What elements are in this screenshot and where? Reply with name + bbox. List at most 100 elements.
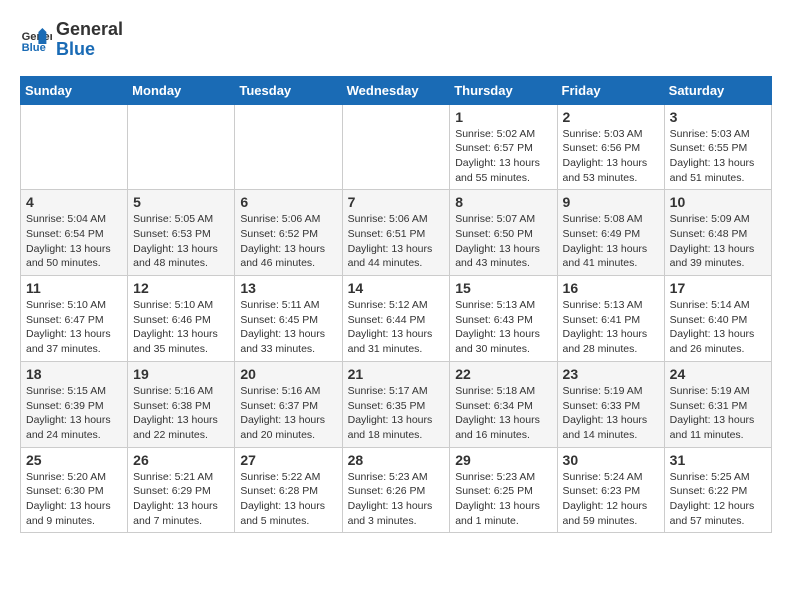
day-number: 25 (26, 452, 122, 468)
day-info: Sunrise: 5:16 AM Sunset: 6:38 PM Dayligh… (133, 384, 229, 443)
logo-text: General Blue (56, 20, 123, 60)
calendar-cell: 25 Sunrise: 5:20 AM Sunset: 6:30 PM Dayli… (21, 447, 128, 533)
day-number: 23 (563, 366, 659, 382)
day-number: 14 (348, 280, 445, 296)
calendar-cell: 24 Sunrise: 5:19 AM Sunset: 6:31 PM Dayli… (664, 361, 771, 447)
calendar-cell: 9 Sunrise: 5:08 AM Sunset: 6:49 PM Daylig… (557, 190, 664, 276)
day-info: Sunrise: 5:04 AM Sunset: 6:54 PM Dayligh… (26, 212, 122, 271)
day-info: Sunrise: 5:18 AM Sunset: 6:34 PM Dayligh… (455, 384, 551, 443)
calendar-cell: 17Sunrise: 5:14 AM Sunset: 6:40 PM Dayli… (664, 276, 771, 362)
day-info: Sunrise: 5:24 AM Sunset: 6:23 PM Dayligh… (563, 470, 659, 529)
calendar-cell: 3Sunrise: 5:03 AM Sunset: 6:55 PM Daylig… (664, 104, 771, 190)
day-info: Sunrise: 5:05 AM Sunset: 6:53 PM Dayligh… (133, 212, 229, 271)
day-info: Sunrise: 5:06 AM Sunset: 6:51 PM Dayligh… (348, 212, 445, 271)
calendar-table: SundayMondayTuesdayWednesdayThursdayFrid… (20, 76, 772, 534)
day-info: Sunrise: 5:13 AM Sunset: 6:41 PM Dayligh… (563, 298, 659, 357)
day-number: 8 (455, 194, 551, 210)
calendar-cell: 20 Sunrise: 5:16 AM Sunset: 6:37 PM Dayli… (235, 361, 342, 447)
day-number: 19 (133, 366, 229, 382)
day-number: 31 (670, 452, 766, 468)
calendar-cell (21, 104, 128, 190)
svg-text:General: General (22, 31, 52, 43)
day-info: Sunrise: 5:11 AM Sunset: 6:45 PM Dayligh… (240, 298, 336, 357)
day-info: Sunrise: 5:10 AM Sunset: 6:46 PM Dayligh… (133, 298, 229, 357)
day-number: 18 (26, 366, 122, 382)
day-number: 15 (455, 280, 551, 296)
day-info: Sunrise: 5:12 AM Sunset: 6:44 PM Dayligh… (348, 298, 445, 357)
day-info: Sunrise: 5:09 AM Sunset: 6:48 PM Dayligh… (670, 212, 766, 271)
day-info: Sunrise: 5:19 AM Sunset: 6:31 PM Dayligh… (670, 384, 766, 443)
day-number: 2 (563, 109, 659, 125)
calendar-cell: 16 Sunrise: 5:13 AM Sunset: 6:41 PM Dayli… (557, 276, 664, 362)
calendar-cell: 1 Sunrise: 5:02 AM Sunset: 6:57 PM Daylig… (450, 104, 557, 190)
calendar-cell: 18 Sunrise: 5:15 AM Sunset: 6:39 PM Dayli… (21, 361, 128, 447)
calendar-cell: 31 Sunrise: 5:25 AM Sunset: 6:22 PM Dayli… (664, 447, 771, 533)
calendar-cell (342, 104, 450, 190)
day-number: 27 (240, 452, 336, 468)
day-info: Sunrise: 5:22 AM Sunset: 6:28 PM Dayligh… (240, 470, 336, 529)
day-info: Sunrise: 5:02 AM Sunset: 6:57 PM Dayligh… (455, 127, 551, 186)
day-header-thursday: Thursday (450, 76, 557, 104)
calendar-cell: 22 Sunrise: 5:18 AM Sunset: 6:34 PM Dayli… (450, 361, 557, 447)
calendar-cell (128, 104, 235, 190)
calendar-cell (235, 104, 342, 190)
day-info: Sunrise: 5:16 AM Sunset: 6:37 PM Dayligh… (240, 384, 336, 443)
day-number: 10 (670, 194, 766, 210)
day-number: 30 (563, 452, 659, 468)
day-number: 26 (133, 452, 229, 468)
day-number: 11 (26, 280, 122, 296)
calendar-cell: 8Sunrise: 5:07 AM Sunset: 6:50 PM Daylig… (450, 190, 557, 276)
day-number: 12 (133, 280, 229, 296)
calendar-cell: 11Sunrise: 5:10 AM Sunset: 6:47 PM Dayli… (21, 276, 128, 362)
day-number: 16 (563, 280, 659, 296)
day-number: 3 (670, 109, 766, 125)
calendar-week-row: 18 Sunrise: 5:15 AM Sunset: 6:39 PM Dayli… (21, 361, 772, 447)
calendar-cell: 6Sunrise: 5:06 AM Sunset: 6:52 PM Daylig… (235, 190, 342, 276)
day-info: Sunrise: 5:17 AM Sunset: 6:35 PM Dayligh… (348, 384, 445, 443)
calendar-cell: 29 Sunrise: 5:23 AM Sunset: 6:25 PM Dayli… (450, 447, 557, 533)
calendar-cell: 21 Sunrise: 5:17 AM Sunset: 6:35 PM Dayli… (342, 361, 450, 447)
day-header-monday: Monday (128, 76, 235, 104)
logo-icon: General Blue (20, 24, 52, 56)
day-number: 24 (670, 366, 766, 382)
day-header-saturday: Saturday (664, 76, 771, 104)
calendar-cell: 27 Sunrise: 5:22 AM Sunset: 6:28 PM Dayli… (235, 447, 342, 533)
day-number: 28 (348, 452, 445, 468)
day-info: Sunrise: 5:15 AM Sunset: 6:39 PM Dayligh… (26, 384, 122, 443)
day-number: 6 (240, 194, 336, 210)
calendar-cell: 7Sunrise: 5:06 AM Sunset: 6:51 PM Daylig… (342, 190, 450, 276)
day-info: Sunrise: 5:03 AM Sunset: 6:56 PM Dayligh… (563, 127, 659, 186)
calendar-week-row: 4 Sunrise: 5:04 AM Sunset: 6:54 PM Daylig… (21, 190, 772, 276)
calendar-cell: 15 Sunrise: 5:13 AM Sunset: 6:43 PM Dayli… (450, 276, 557, 362)
logo: General Blue General Blue (20, 20, 123, 60)
day-header-wednesday: Wednesday (342, 76, 450, 104)
day-number: 20 (240, 366, 336, 382)
calendar-cell: 12 Sunrise: 5:10 AM Sunset: 6:46 PM Dayli… (128, 276, 235, 362)
calendar-cell: 2 Sunrise: 5:03 AM Sunset: 6:56 PM Daylig… (557, 104, 664, 190)
day-info: Sunrise: 5:23 AM Sunset: 6:25 PM Dayligh… (455, 470, 551, 529)
calendar-cell: 14 Sunrise: 5:12 AM Sunset: 6:44 PM Dayli… (342, 276, 450, 362)
day-header-friday: Friday (557, 76, 664, 104)
day-number: 21 (348, 366, 445, 382)
day-number: 29 (455, 452, 551, 468)
day-info: Sunrise: 5:23 AM Sunset: 6:26 PM Dayligh… (348, 470, 445, 529)
day-number: 9 (563, 194, 659, 210)
day-number: 22 (455, 366, 551, 382)
calendar-week-row: 25 Sunrise: 5:20 AM Sunset: 6:30 PM Dayli… (21, 447, 772, 533)
day-number: 1 (455, 109, 551, 125)
day-number: 17 (670, 280, 766, 296)
day-info: Sunrise: 5:20 AM Sunset: 6:30 PM Dayligh… (26, 470, 122, 529)
calendar-cell: 10 Sunrise: 5:09 AM Sunset: 6:48 PM Dayli… (664, 190, 771, 276)
day-number: 13 (240, 280, 336, 296)
calendar-cell: 28 Sunrise: 5:23 AM Sunset: 6:26 PM Dayli… (342, 447, 450, 533)
calendar-cell: 13 Sunrise: 5:11 AM Sunset: 6:45 PM Dayli… (235, 276, 342, 362)
day-header-sunday: Sunday (21, 76, 128, 104)
day-info: Sunrise: 5:13 AM Sunset: 6:43 PM Dayligh… (455, 298, 551, 357)
calendar-cell: 19 Sunrise: 5:16 AM Sunset: 6:38 PM Dayli… (128, 361, 235, 447)
page-header: General Blue General Blue (20, 20, 772, 60)
day-info: Sunrise: 5:08 AM Sunset: 6:49 PM Dayligh… (563, 212, 659, 271)
day-number: 4 (26, 194, 122, 210)
day-info: Sunrise: 5:25 AM Sunset: 6:22 PM Dayligh… (670, 470, 766, 529)
calendar-cell: 30 Sunrise: 5:24 AM Sunset: 6:23 PM Dayli… (557, 447, 664, 533)
calendar-header-row: SundayMondayTuesdayWednesdayThursdayFrid… (21, 76, 772, 104)
